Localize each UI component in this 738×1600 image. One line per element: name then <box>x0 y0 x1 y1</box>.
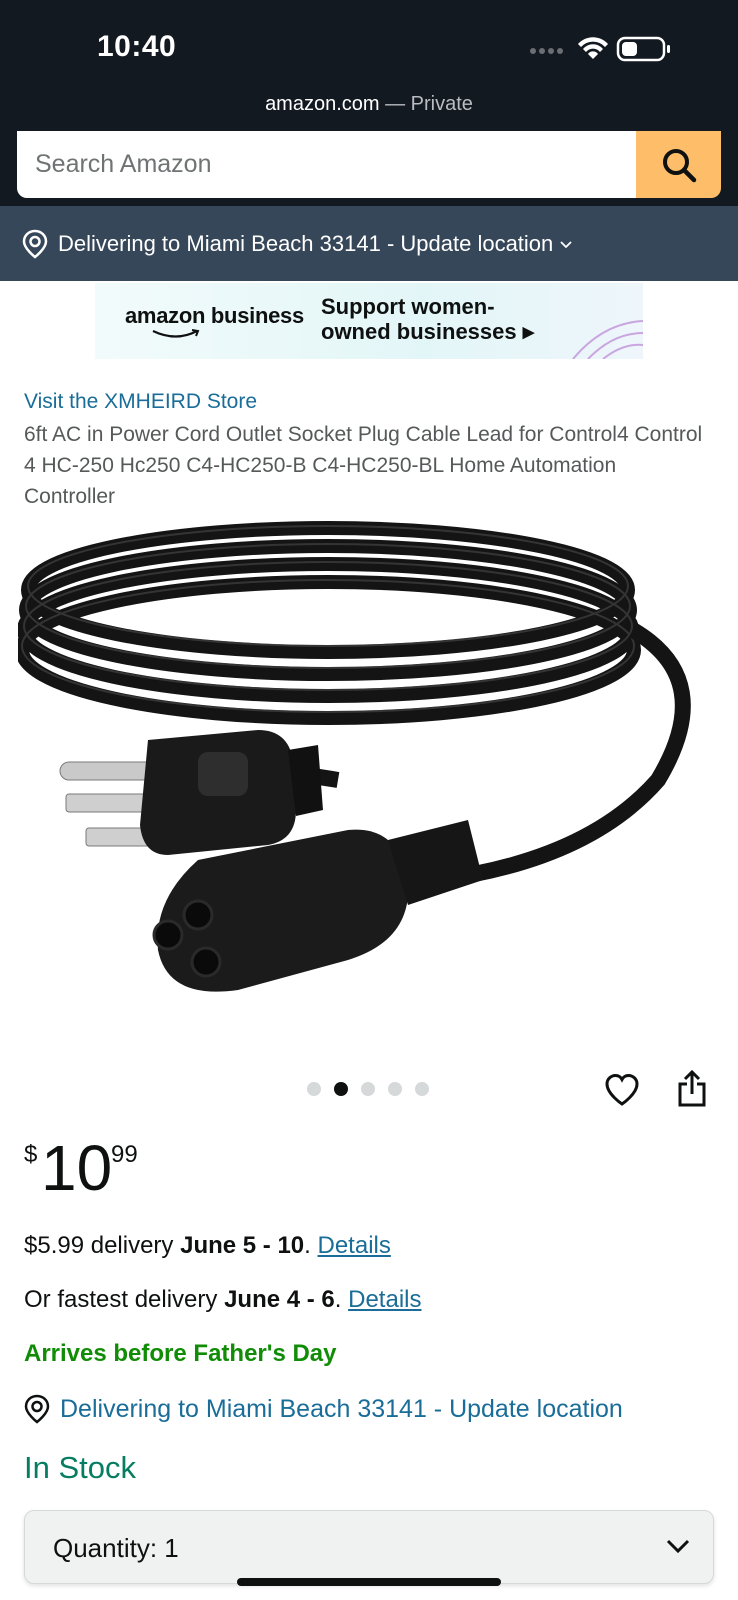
status-time: 10:40 <box>97 30 177 63</box>
share-icon[interactable] <box>677 1069 707 1113</box>
wifi-icon <box>578 37 608 59</box>
price-symbol: $ <box>24 1141 38 1168</box>
product-image[interactable] <box>15 520 718 1025</box>
location-pin-icon <box>24 1394 50 1424</box>
amazon-business-banner[interactable]: amazon business Support women- owned bus… <box>95 283 643 359</box>
quantity-value: 1 <box>164 1533 179 1563</box>
visit-store-link[interactable]: Visit the XMHEIRD Store <box>24 390 257 414</box>
fastest-delivery-details-link[interactable]: Details <box>348 1286 421 1313</box>
carousel-dot[interactable] <box>415 1082 429 1096</box>
product-title: 6ft AC in Power Cord Outlet Socket Plug … <box>24 423 703 508</box>
banner-headline: Support women- owned businesses ▶ <box>321 294 534 345</box>
banner-headline-line2-text: owned businesses <box>321 319 517 344</box>
quantity-label-text: Quantity: <box>53 1533 158 1563</box>
standard-delivery-details-link[interactable]: Details <box>318 1232 391 1259</box>
browser-header: 10:40 amazon.com — Private <box>0 0 738 131</box>
carousel-dot[interactable] <box>388 1082 402 1096</box>
standard-delivery-suffix: . <box>304 1232 318 1259</box>
address-domain: amazon.com <box>265 93 380 115</box>
banner-brand: amazon business <box>125 303 304 328</box>
search-bar <box>0 131 738 206</box>
delivery-location-bar[interactable]: Delivering to Miami Beach 33141 - Update… <box>0 206 738 281</box>
delivery-location-text: Delivering to Miami Beach 33141 - Update… <box>58 230 554 256</box>
search-icon <box>662 148 696 182</box>
search-field <box>17 131 637 198</box>
status-icons <box>528 34 678 64</box>
banner-headline-line1: Support women- <box>321 294 495 319</box>
private-mode-label: — Private <box>385 93 473 115</box>
battery-icon <box>616 36 670 62</box>
delivery-location-link-text: Delivering to Miami Beach 33141 - Update… <box>60 1394 623 1423</box>
fathers-day-promo: Arrives before Father's Day <box>24 1340 337 1367</box>
standard-delivery-dates: June 5 - 10 <box>180 1232 305 1259</box>
carousel-dot[interactable] <box>307 1082 321 1096</box>
image-carousel-dots[interactable] <box>307 1082 429 1096</box>
fastest-delivery-suffix: . <box>334 1286 349 1313</box>
heart-icon[interactable] <box>604 1073 640 1112</box>
search-input[interactable] <box>17 131 633 198</box>
address-bar[interactable]: amazon.com — Private <box>0 93 738 116</box>
home-indicator[interactable] <box>237 1578 501 1586</box>
quantity-label: Quantity: 1 <box>53 1533 179 1564</box>
fastest-delivery-dates: June 4 - 6 <box>224 1286 335 1313</box>
amazon-smile-logo-icon <box>152 329 200 338</box>
search-button[interactable] <box>636 131 721 198</box>
price-whole: 10 <box>41 1132 113 1204</box>
chevron-down-icon <box>665 1537 691 1560</box>
carousel-dot-active[interactable] <box>334 1082 348 1096</box>
banner-decoration <box>572 320 643 359</box>
fastest-delivery-prefix: Or fastest delivery <box>24 1286 225 1313</box>
cellular-signal-icon <box>530 48 563 54</box>
standard-delivery-prefix: $5.99 delivery <box>24 1232 181 1259</box>
banner-headline-line2: owned businesses ▶ <box>321 319 534 345</box>
price-fraction: 99 <box>111 1141 138 1168</box>
standard-delivery: $5.99 delivery June 5 - 10. Details <box>24 1232 391 1260</box>
chevron-down-icon <box>559 239 573 249</box>
carousel-dot[interactable] <box>361 1082 375 1096</box>
quantity-select[interactable]: Quantity: 1 <box>24 1510 714 1584</box>
location-pin-icon <box>22 229 48 259</box>
delivery-location-link[interactable]: Delivering to Miami Beach 33141 - Update… <box>24 1394 623 1424</box>
stock-status: In Stock <box>24 1450 136 1485</box>
play-arrow-icon: ▶ <box>522 324 535 341</box>
fastest-delivery: Or fastest delivery June 4 - 6. Details <box>24 1286 421 1314</box>
